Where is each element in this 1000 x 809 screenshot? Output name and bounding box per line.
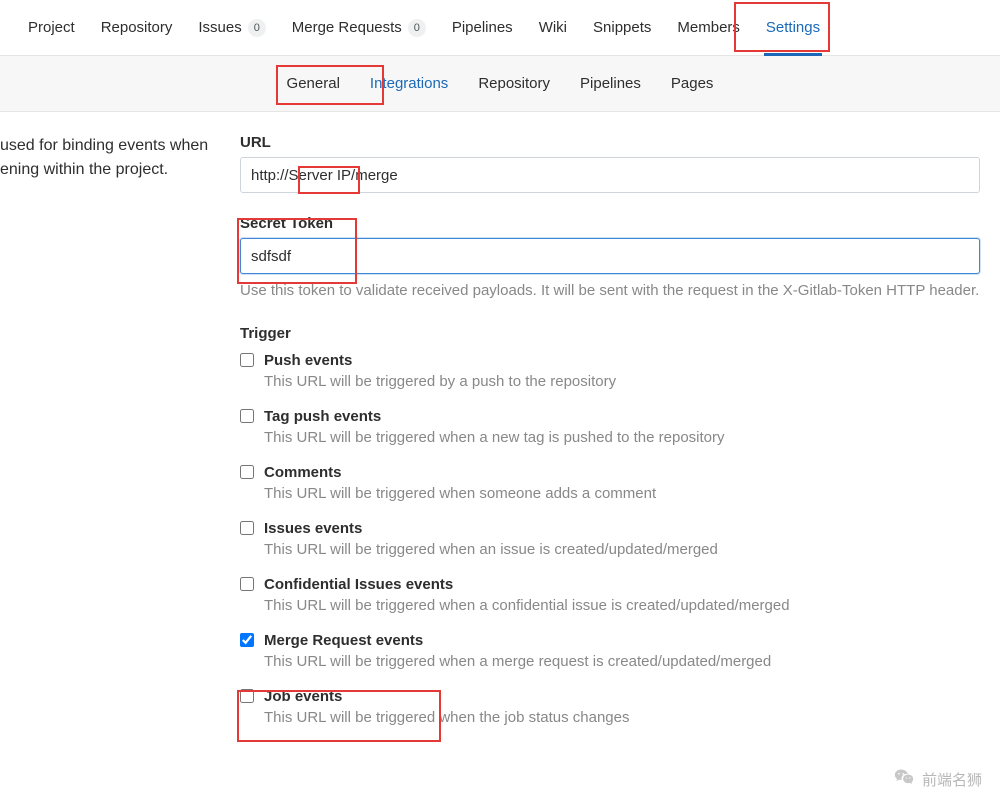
url-input[interactable] bbox=[240, 157, 980, 193]
secret-token-input[interactable] bbox=[240, 238, 980, 274]
trigger-confidential-issues-desc: This URL will be triggered when a confid… bbox=[264, 597, 980, 614]
trigger-comments-desc: This URL will be triggered when someone … bbox=[264, 485, 980, 502]
tab-label: Repository bbox=[101, 19, 173, 36]
trigger-issues-title: Issues events bbox=[264, 520, 362, 537]
trigger-confidential-issues-checkbox[interactable] bbox=[240, 577, 254, 591]
trigger-comments: Comments This URL will be triggered when … bbox=[240, 464, 980, 502]
trigger-push: Push events This URL will be triggered by… bbox=[240, 352, 980, 390]
trigger-comments-title: Comments bbox=[264, 464, 342, 481]
trigger-job-title: Job events bbox=[264, 688, 342, 705]
sub-nav: GeneralIntegrationsRepositoryPipelinesPa… bbox=[0, 56, 1000, 112]
trigger-tag-push-title: Tag push events bbox=[264, 408, 381, 425]
watermark: 前端名狮 bbox=[894, 767, 982, 791]
trigger-comments-checkbox[interactable] bbox=[240, 465, 254, 479]
tab-issues[interactable]: Issues 0 bbox=[188, 0, 275, 56]
trigger-issues-checkbox[interactable] bbox=[240, 521, 254, 535]
trigger-tag-push-checkbox[interactable] bbox=[240, 409, 254, 423]
top-nav: Project Repository Issues 0 Merge Requests 0 P… bbox=[0, 0, 1000, 56]
tab-label: Wiki bbox=[539, 19, 567, 36]
trigger-issues-desc: This URL will be triggered when an issue… bbox=[264, 541, 980, 558]
trigger-job: Job events This URL will be triggered whe… bbox=[240, 688, 980, 726]
trigger-confidential-issues-title: Confidential Issues events bbox=[264, 576, 453, 593]
trigger-job-desc: This URL will be triggered when the job … bbox=[264, 709, 980, 726]
trigger-list: Push events This URL will be triggered by… bbox=[240, 352, 980, 726]
secret-token-help: Use this token to validate received payl… bbox=[240, 280, 980, 303]
url-label: URL bbox=[240, 134, 980, 151]
secret-token-label: Secret Token bbox=[240, 215, 980, 232]
trigger-push-title: Push events bbox=[264, 352, 352, 369]
trigger-merge-request-desc: This URL will be triggered when a merge … bbox=[264, 653, 980, 670]
trigger-push-desc: This URL will be triggered by a push to … bbox=[264, 373, 980, 390]
trigger-merge-request: Merge Request events This URL will be tri… bbox=[240, 632, 980, 670]
desc-line2: ening within the project. bbox=[0, 161, 168, 178]
tab-label: Pipelines bbox=[452, 19, 513, 36]
tab-label: Snippets bbox=[593, 19, 651, 36]
tab-members[interactable]: Members bbox=[667, 0, 750, 56]
subtab-general[interactable]: General bbox=[275, 56, 352, 112]
subtab-pipelines[interactable]: Pipelines bbox=[568, 56, 653, 112]
tab-merge-requests[interactable]: Merge Requests 0 bbox=[282, 0, 436, 56]
tab-label: Merge Requests bbox=[292, 19, 402, 36]
tab-wiki[interactable]: Wiki bbox=[529, 0, 577, 56]
subtab-integrations[interactable]: Integrations bbox=[358, 56, 460, 112]
trigger-job-checkbox[interactable] bbox=[240, 689, 254, 703]
subtab-pages[interactable]: Pages bbox=[659, 56, 726, 112]
count-badge: 0 bbox=[248, 19, 266, 37]
tab-settings[interactable]: Settings bbox=[756, 0, 830, 56]
desc-line1: used for binding events when bbox=[0, 137, 208, 154]
trigger-push-checkbox[interactable] bbox=[240, 353, 254, 367]
tab-repository[interactable]: Repository bbox=[91, 0, 183, 56]
watermark-text: 前端名狮 bbox=[922, 769, 982, 790]
trigger-heading: Trigger bbox=[240, 325, 980, 342]
webhook-description: used for binding events when ening withi… bbox=[0, 134, 240, 744]
tab-pipelines[interactable]: Pipelines bbox=[442, 0, 523, 56]
trigger-tag-push-desc: This URL will be triggered when a new ta… bbox=[264, 429, 980, 446]
subtab-repository[interactable]: Repository bbox=[466, 56, 562, 112]
trigger-tag-push: Tag push events This URL will be triggere… bbox=[240, 408, 980, 446]
trigger-merge-request-checkbox[interactable] bbox=[240, 633, 254, 647]
tab-snippets[interactable]: Snippets bbox=[583, 0, 661, 56]
wechat-icon bbox=[894, 767, 914, 791]
tab-label: Project bbox=[28, 19, 75, 36]
form-area: URL Secret Token Use this token to valid… bbox=[240, 134, 980, 744]
trigger-confidential-issues: Confidential Issues events This URL will … bbox=[240, 576, 980, 614]
tab-label: Issues bbox=[198, 19, 241, 36]
tab-label: Members bbox=[677, 19, 740, 36]
trigger-merge-request-title: Merge Request events bbox=[264, 632, 423, 649]
trigger-issues: Issues events This URL will be triggered … bbox=[240, 520, 980, 558]
main: used for binding events when ening withi… bbox=[0, 112, 1000, 744]
tab-project[interactable]: Project bbox=[18, 0, 85, 56]
tab-label: Settings bbox=[766, 19, 820, 36]
count-badge: 0 bbox=[408, 19, 426, 37]
